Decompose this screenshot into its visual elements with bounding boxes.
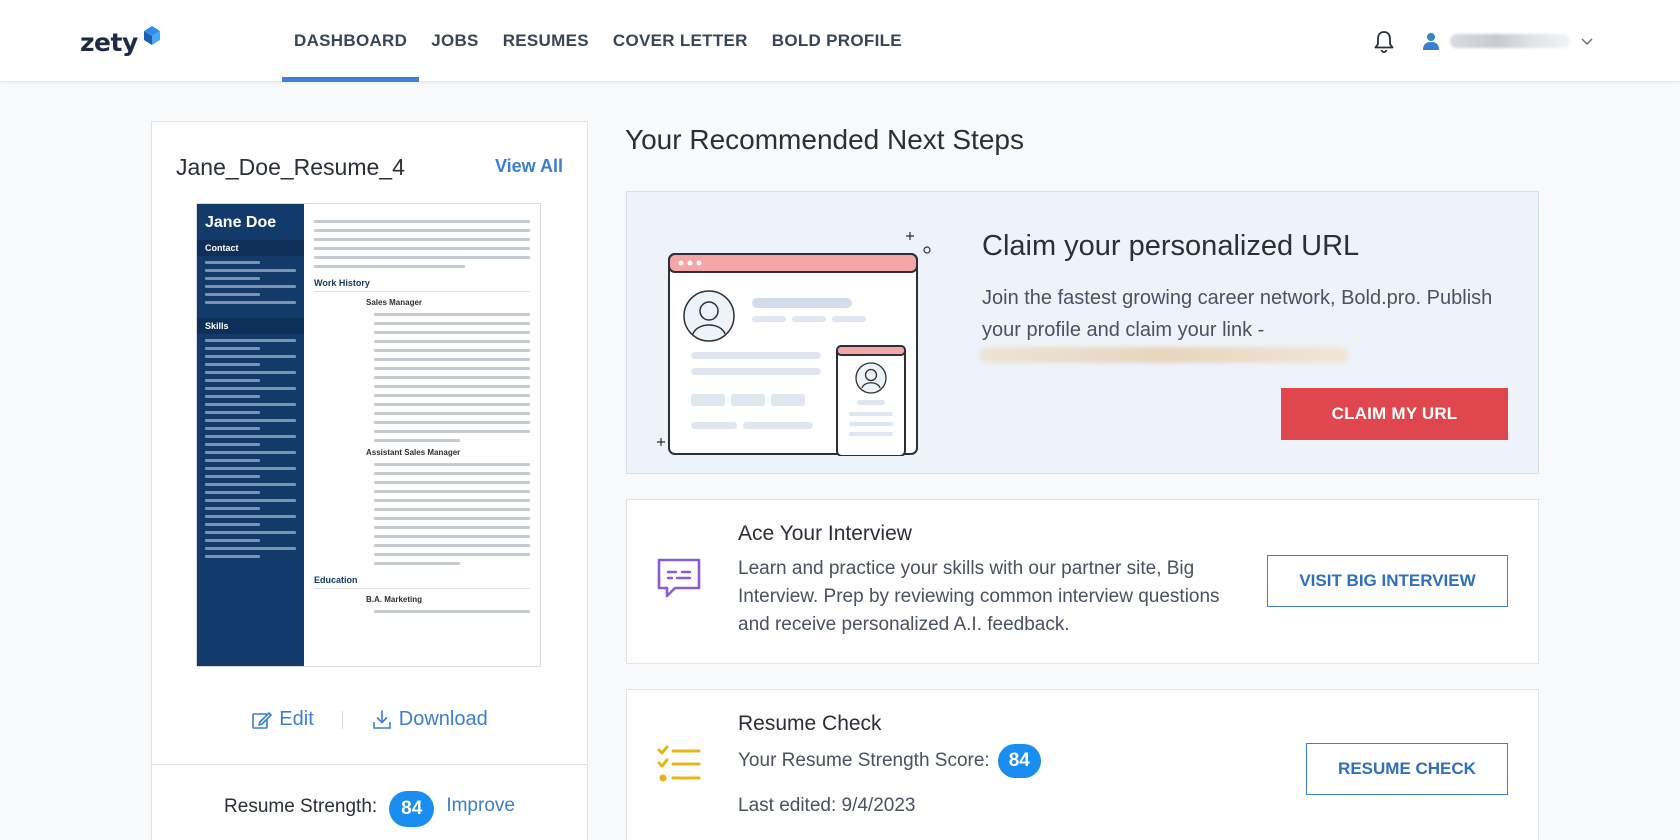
nav-dashboard[interactable]: DASHBOARD (282, 0, 420, 82)
chat-icon (657, 558, 701, 598)
last-edited-text: Last edited: 9/4/2023 (738, 795, 916, 816)
logo-cube-icon (143, 26, 160, 45)
nav-cover-letter[interactable]: COVER LETTER (601, 0, 760, 82)
profile-illustration (657, 232, 931, 456)
resume-preview-body: Work History Sales Manager Assistant Sal… (304, 204, 540, 666)
top-header: zety DASHBOARD JOBS RESUMES COVER LETTER… (0, 0, 1680, 82)
preview-skills-heading: Skills (197, 318, 304, 334)
edit-label: Edit (279, 708, 314, 730)
improve-link[interactable]: Improve (446, 795, 515, 817)
resume-preview[interactable]: Jane Doe Contact Skills Work History Sal… (196, 203, 541, 667)
logo-text: zety (80, 27, 138, 57)
zety-logo[interactable]: zety (80, 24, 162, 60)
actions-divider (341, 710, 343, 729)
nav-bold-profile[interactable]: BOLD PROFILE (760, 0, 914, 82)
view-all-link[interactable]: View All (495, 156, 563, 177)
download-button[interactable]: Download (371, 708, 488, 731)
preview-job-2: Assistant Sales Manager (366, 448, 461, 457)
resume-card: Jane_Doe_Resume_4 View All Jane Doe Cont… (151, 121, 588, 840)
preview-contact-heading: Contact (197, 240, 304, 256)
nav-resumes[interactable]: RESUMES (491, 0, 601, 82)
claim-url-card: Claim your personalized URL Join the fas… (626, 191, 1539, 474)
resume-check-title: Resume Check (738, 712, 882, 735)
preview-work-history-heading: Work History (314, 278, 530, 292)
user-name-redacted (1450, 34, 1570, 48)
main-nav: DASHBOARD JOBS RESUMES COVER LETTER BOLD… (282, 0, 914, 82)
redacted-url (979, 347, 1349, 363)
claim-my-url-button[interactable]: CLAIM MY URL (1281, 388, 1508, 440)
edit-icon (252, 711, 273, 729)
user-icon (1423, 33, 1439, 50)
bell-icon[interactable] (1372, 29, 1396, 55)
preview-education-heading: Education (314, 575, 530, 589)
visit-big-interview-button[interactable]: VISIT BIG INTERVIEW (1267, 555, 1508, 607)
resume-preview-sidebar: Jane Doe Contact Skills (197, 204, 304, 666)
resume-score-line: Your Resume Strength Score: 84 (738, 744, 1041, 778)
user-menu[interactable] (1422, 27, 1594, 55)
edit-button[interactable]: Edit (251, 708, 314, 731)
claim-url-text: Join the fastest growing career network,… (982, 287, 1493, 341)
preview-degree: B.A. Marketing (366, 595, 423, 604)
preview-name: Jane Doe (205, 214, 277, 231)
ace-interview-text: Learn and practice your skills with our … (738, 558, 1220, 635)
download-icon (372, 709, 391, 729)
checklist-icon (657, 745, 701, 782)
download-label: Download (398, 708, 488, 730)
ace-interview-card: Ace Your Interview Learn and practice yo… (626, 499, 1539, 664)
resume-strength-badge: 84 (389, 791, 435, 827)
resume-actions: Edit Download (152, 708, 587, 731)
ace-interview-title: Ace Your Interview (738, 522, 912, 545)
resume-strength-label: Resume Strength: (224, 796, 378, 817)
next-steps-title: Your Recommended Next Steps (625, 124, 1024, 155)
resume-score-label: Your Resume Strength Score: (738, 750, 990, 771)
resume-strength-row: Resume Strength: 84 Improve (152, 764, 587, 840)
claim-url-title: Claim your personalized URL (982, 230, 1360, 262)
preview-job-1: Sales Manager (366, 298, 423, 307)
nav-jobs[interactable]: JOBS (419, 0, 491, 82)
resume-check-card: Resume Check Your Resume Strength Score:… (626, 689, 1539, 840)
resume-check-button[interactable]: RESUME CHECK (1306, 743, 1508, 795)
chevron-down-icon (1581, 38, 1593, 46)
resume-score-badge: 84 (997, 744, 1041, 778)
resume-title: Jane_Doe_Resume_4 (176, 154, 405, 180)
